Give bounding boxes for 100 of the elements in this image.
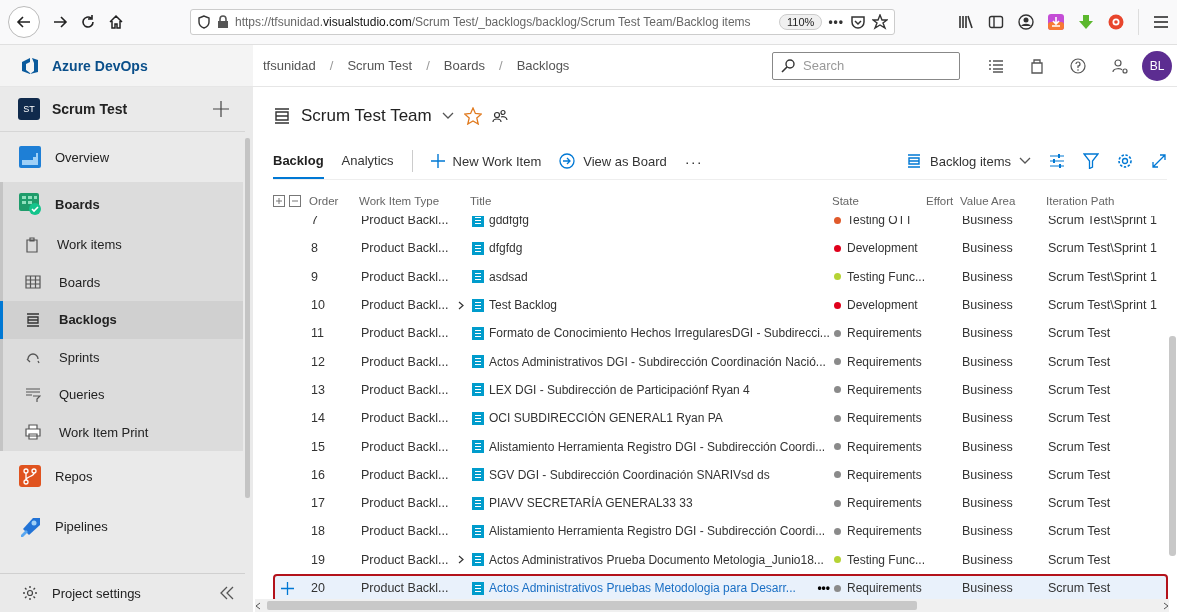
work-item-title[interactable]: LEX DGI - Subdirección de Participaciónf Ryan 4 <box>489 382 750 397</box>
collapse-all-icon[interactable] <box>289 195 301 207</box>
backlog-row[interactable]: 12 Product Backl... Actos Administrativos DGI - Subdirección Coordinación Nació... Requirements Business Scrum Test <box>273 347 1168 376</box>
backlog-row[interactable]: 17 Product Backl... PIAVV SECRETARÍA GENERAL33 33 Requirements Business Scrum Test <box>273 488 1168 518</box>
work-item-title[interactable]: Actos Administrativos Pruebas Metodologia para Desarr... <box>489 581 796 595</box>
breadcrumb-link[interactable]: Backlogs <box>516 58 570 73</box>
column-header[interactable]: Title <box>470 195 832 207</box>
collapse-button[interactable] <box>219 585 235 601</box>
forward-button[interactable] <box>52 14 68 30</box>
add-button[interactable] <box>213 101 229 117</box>
column-header[interactable]: Iteration Path <box>1046 195 1177 207</box>
backlog-row[interactable]: 15 Product Backl... Alistamiento Herramienta Registro DGI - Subdirección Coordi... Requirements Business Scrum Test <box>273 432 1168 461</box>
horizontal-scrollbar[interactable] <box>267 601 917 610</box>
project-name[interactable]: Scrum Test <box>52 101 201 117</box>
team-members-icon[interactable] <box>491 109 508 123</box>
backlog-row[interactable]: 19 Product Backl... Actos Administrativos Prueba Documento Metologia_Junio18... Testing Func... Business Scrum Test <box>273 545 1168 574</box>
column-header[interactable]: State <box>832 195 926 207</box>
filter-button[interactable] <box>1083 153 1099 169</box>
backlog-row[interactable]: 20 Product Backl... Actos Administrativos Pruebas Metodologia para Desarr... ••• Requirements Business Scrum Test <box>273 573 1168 599</box>
nav-item[interactable]: Sprints <box>0 338 243 376</box>
column-header[interactable]: Effort <box>926 195 960 207</box>
team-dropdown[interactable] <box>441 112 454 120</box>
column-header[interactable]: Order <box>309 195 359 207</box>
backlog-row[interactable]: 9 Product Backl... asdsad Testing Func... Business Scrum Test\Sprint 1 <box>273 262 1168 291</box>
work-item-title[interactable]: gddfgfg <box>489 216 530 228</box>
breadcrumb-link[interactable]: Boards <box>443 58 485 73</box>
nav-hub[interactable]: Pipelines <box>0 501 243 551</box>
sidebar-icon[interactable] <box>988 14 1004 30</box>
expand-all-icon[interactable] <box>273 195 285 207</box>
project-settings-link[interactable]: Project settings <box>52 585 205 601</box>
work-item-title[interactable]: Actos Administrativos DGI - Subdirección Coordinación Nació... <box>489 354 826 369</box>
backlog-row[interactable]: 10 Product Backl... Test Backlog Development Business Scrum Test\Sprint 1 <box>273 290 1168 320</box>
breadcrumb-link[interactable]: Scrum Test <box>347 58 413 73</box>
work-item-title[interactable]: PIAVV SECRETARÍA GENERAL33 33 <box>489 496 693 511</box>
iteration-path-cell-text: Scrum Test\Sprint 1 <box>1048 269 1158 284</box>
backlog-level-picker[interactable]: Backlog items <box>906 153 1031 169</box>
view-as-board-button[interactable]: View as Board <box>559 153 667 169</box>
account-icon[interactable] <box>1018 14 1034 30</box>
nav-hub[interactable]: Repos <box>0 451 243 501</box>
team-name[interactable]: Scrum Test Team <box>301 106 432 126</box>
breadcrumb-link[interactable]: tfsunidad <box>263 58 316 73</box>
reload-button[interactable] <box>80 14 96 30</box>
order-cell-text: 10 <box>311 298 326 313</box>
pocket-icon[interactable] <box>850 14 866 30</box>
checklist-icon[interactable] <box>988 57 1004 74</box>
user-settings-icon[interactable] <box>1112 57 1128 74</box>
row-more-button[interactable]: ••• <box>817 581 830 595</box>
scroll-left-icon[interactable] <box>255 601 261 610</box>
tab[interactable]: Backlog <box>273 143 324 179</box>
nav-item[interactable]: Work Item Print <box>0 413 243 451</box>
work-item-title[interactable]: asdsad <box>489 269 528 284</box>
nav-item[interactable]: Boards <box>0 263 243 301</box>
backlog-row[interactable]: 11 Product Backl... Formato de Conocimiento Hechos IrregularesDGI - Subdirecci... Requirements Business Scrum Test <box>273 319 1168 348</box>
work-item-title[interactable]: Actos Administrativos Prueba Documento Metologia_Junio18... <box>489 552 824 567</box>
download-extension-icon[interactable] <box>1048 14 1064 30</box>
new-work-item-button[interactable]: New Work Item <box>430 153 542 169</box>
tab[interactable]: Analytics <box>341 143 394 179</box>
nav-hub[interactable]: Overview <box>0 132 243 182</box>
vertical-scrollbar[interactable] <box>1169 336 1176 556</box>
favorite-button[interactable] <box>463 107 482 125</box>
nav-item[interactable]: Backlogs <box>0 301 243 339</box>
backlog-row[interactable]: 8 Product Backl... dfgfdg Development Business Scrum Test\Sprint 1 <box>273 234 1168 263</box>
menu-icon[interactable] <box>1153 14 1169 30</box>
user-avatar[interactable]: BL <box>1142 50 1172 81</box>
home-button[interactable] <box>108 14 124 30</box>
zoom-level[interactable]: 110% <box>779 14 823 30</box>
work-item-title[interactable]: Formato de Conocimiento Hechos IrregularesDGI - Subdirecci... <box>489 326 830 341</box>
nav-item[interactable]: Queries <box>0 376 243 414</box>
help-icon[interactable] <box>1070 57 1086 74</box>
shopping-bag-icon[interactable] <box>1030 57 1044 74</box>
column-header[interactable]: Work Item Type <box>359 195 456 207</box>
address-bar[interactable]: https://tfsunidad.visualstudio.com/Scrum Test/_backlogs/backlog/Scrum Test Team/Backlog items 110% ••• <box>190 9 895 35</box>
backlog-row[interactable]: 16 Product Backl... SGV DGI - Subdirección Coordinación SNARIVsd ds Requirements Business Scrum Test <box>273 460 1168 489</box>
backlog-row[interactable]: 18 Product Backl... Alistamiento Herramienta Registro DGI - Subdirección Coordi... Requirements Business Scrum Test <box>273 517 1168 546</box>
expand-row-button[interactable] <box>458 555 464 565</box>
scroll-right-icon[interactable] <box>1163 601 1169 610</box>
fullscreen-button[interactable] <box>1151 153 1167 169</box>
column-header[interactable]: Value Area <box>960 195 1046 207</box>
search-field[interactable]: Search <box>772 51 960 80</box>
add-child-button[interactable] <box>281 581 294 595</box>
product-name[interactable]: Azure DevOps <box>52 57 148 74</box>
bookmark-star-icon[interactable] <box>872 14 888 30</box>
work-item-title[interactable]: SGV DGI - Subdirección Coordinación SNARIVsd ds <box>489 467 770 482</box>
more-actions-button[interactable]: ··· <box>684 152 703 170</box>
work-item-title[interactable]: Alistamiento Herramienta Registro DGI - Subdirección Coordi... <box>489 524 826 539</box>
column-options-button[interactable] <box>1049 153 1065 169</box>
backlog-row[interactable]: 14 Product Backl... OCI SUBDIRECCIÓN GENERAL1 Ryan PA Requirements Business Scrum Test <box>273 404 1168 433</box>
expand-row-button[interactable] <box>458 300 464 310</box>
work-item-title[interactable]: OCI SUBDIRECCIÓN GENERAL1 Ryan PA <box>489 411 723 426</box>
work-item-title[interactable]: Test Backlog <box>489 298 558 313</box>
nav-item[interactable]: Work items <box>0 226 243 264</box>
page-actions-button[interactable]: ••• <box>828 15 844 29</box>
work-item-title[interactable]: Alistamiento Herramienta Registro DGI - Subdirección Coordi... <box>489 439 826 454</box>
backlog-row[interactable]: 13 Product Backl... LEX DGI - Subdirección de Participaciónf Ryan 4 Requirements Business Scrum Test <box>273 375 1168 405</box>
backlog-row[interactable]: 7 Product Backl... gddfgfg Testing OTT Business Scrum Test\Sprint 1 <box>273 216 1168 235</box>
settings-button[interactable] <box>1117 153 1133 169</box>
library-icon[interactable] <box>958 14 974 30</box>
nav-hub[interactable]: Boards <box>3 182 243 226</box>
work-item-title[interactable]: dfgfdg <box>489 241 523 256</box>
back-button[interactable] <box>8 6 40 38</box>
